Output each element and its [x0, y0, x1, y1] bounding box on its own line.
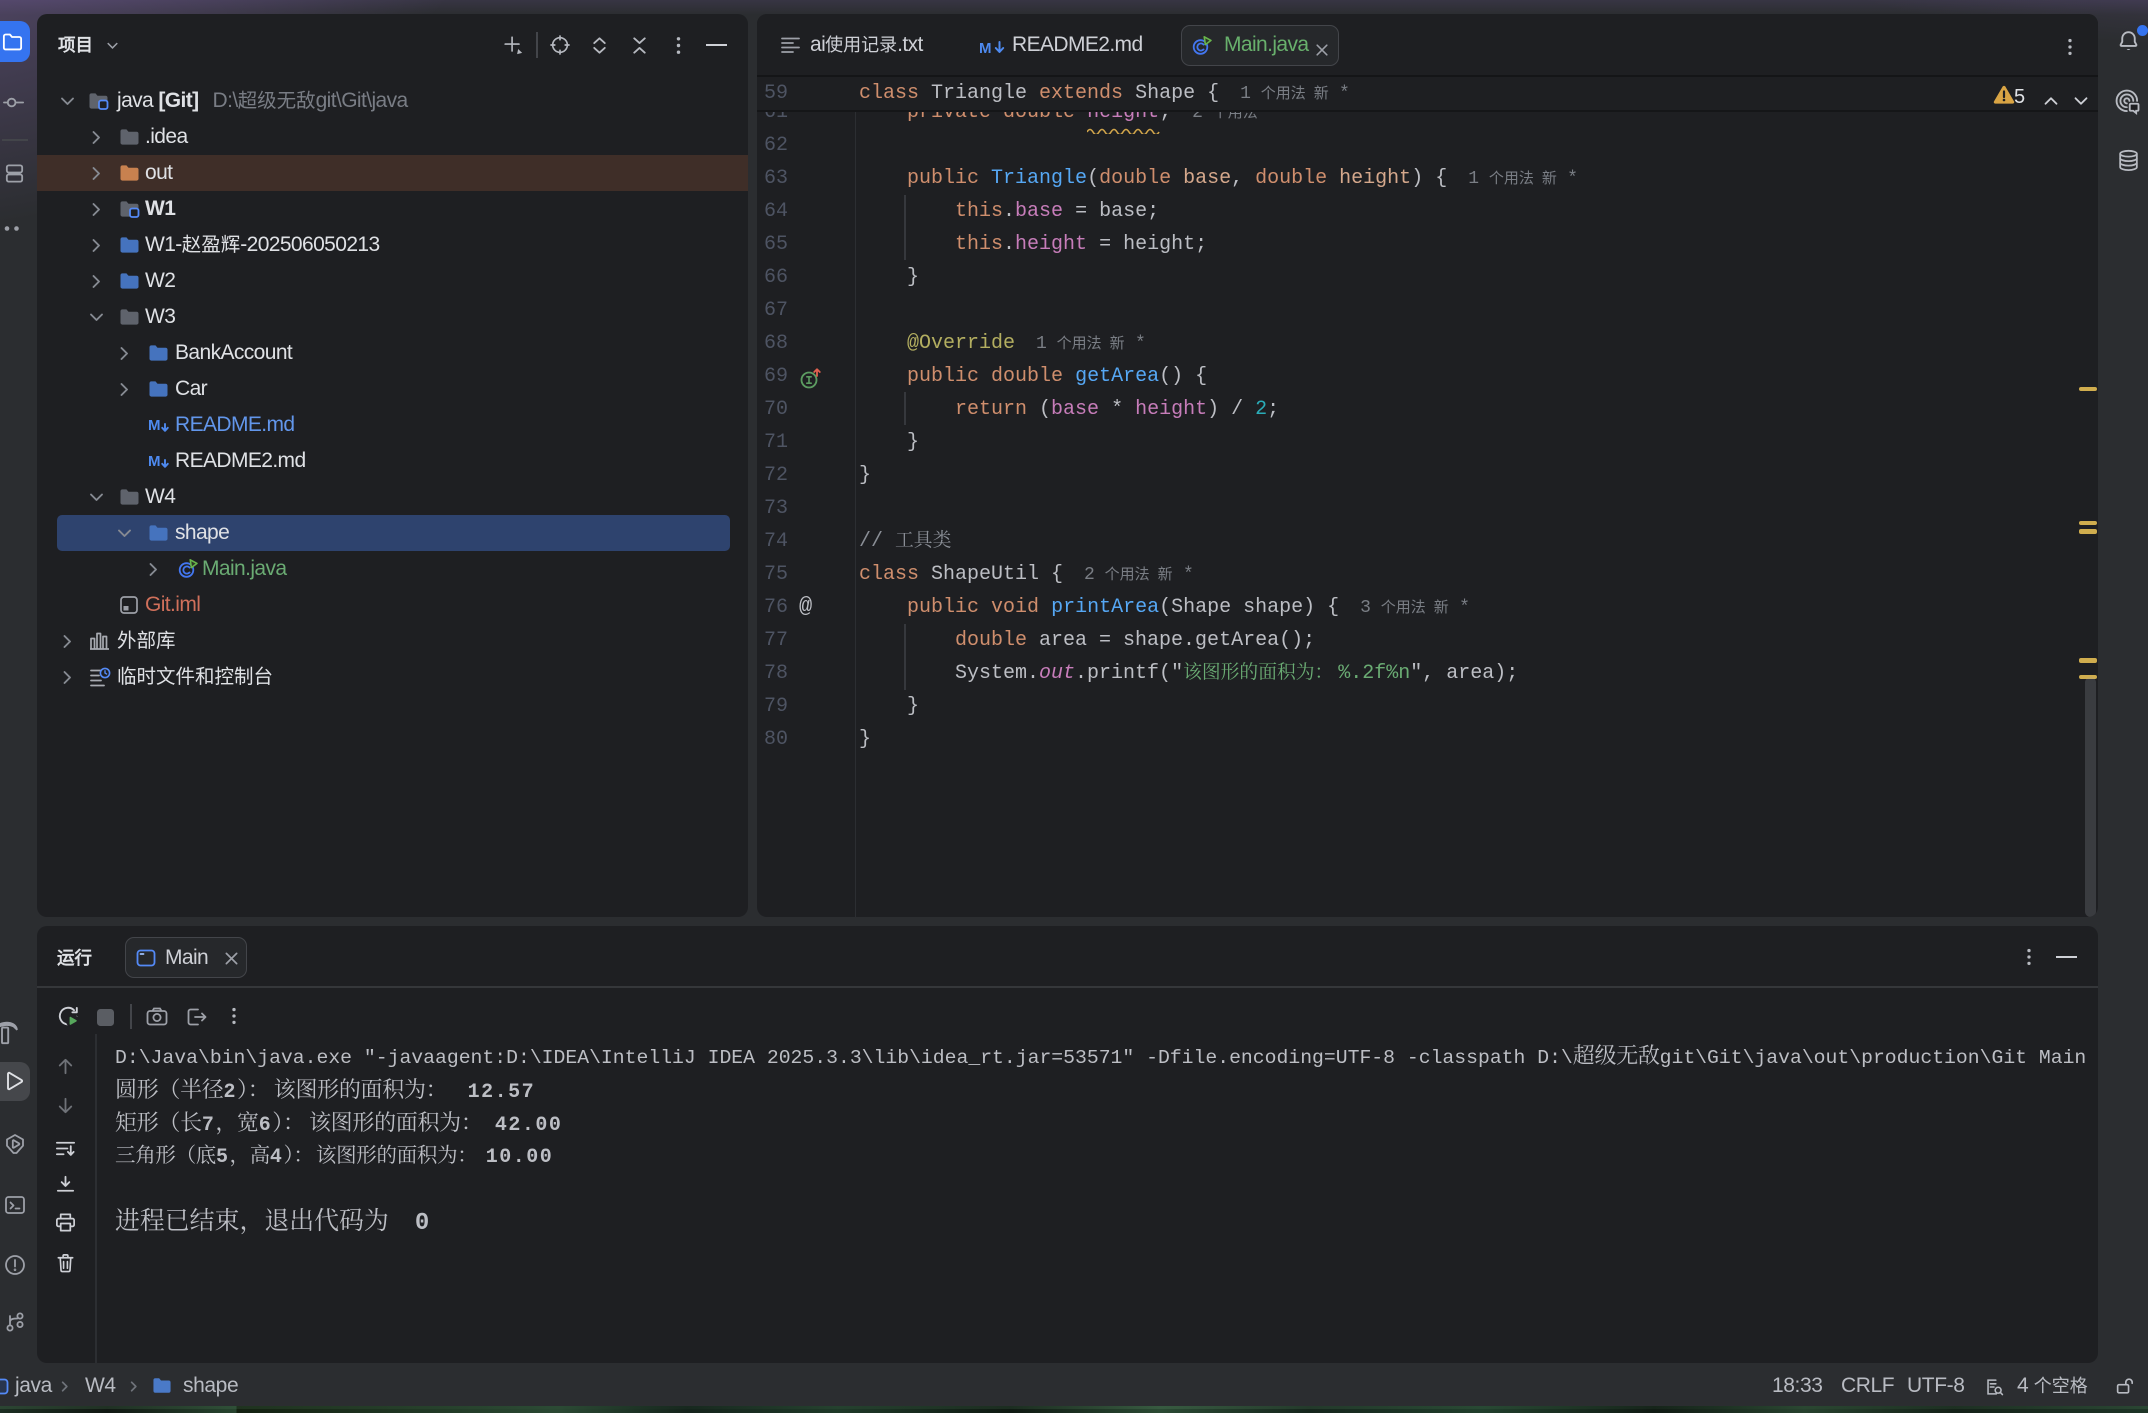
svg-text:M: M	[148, 453, 160, 470]
svg-text:M: M	[979, 40, 992, 56]
svg-text:M: M	[148, 417, 160, 434]
